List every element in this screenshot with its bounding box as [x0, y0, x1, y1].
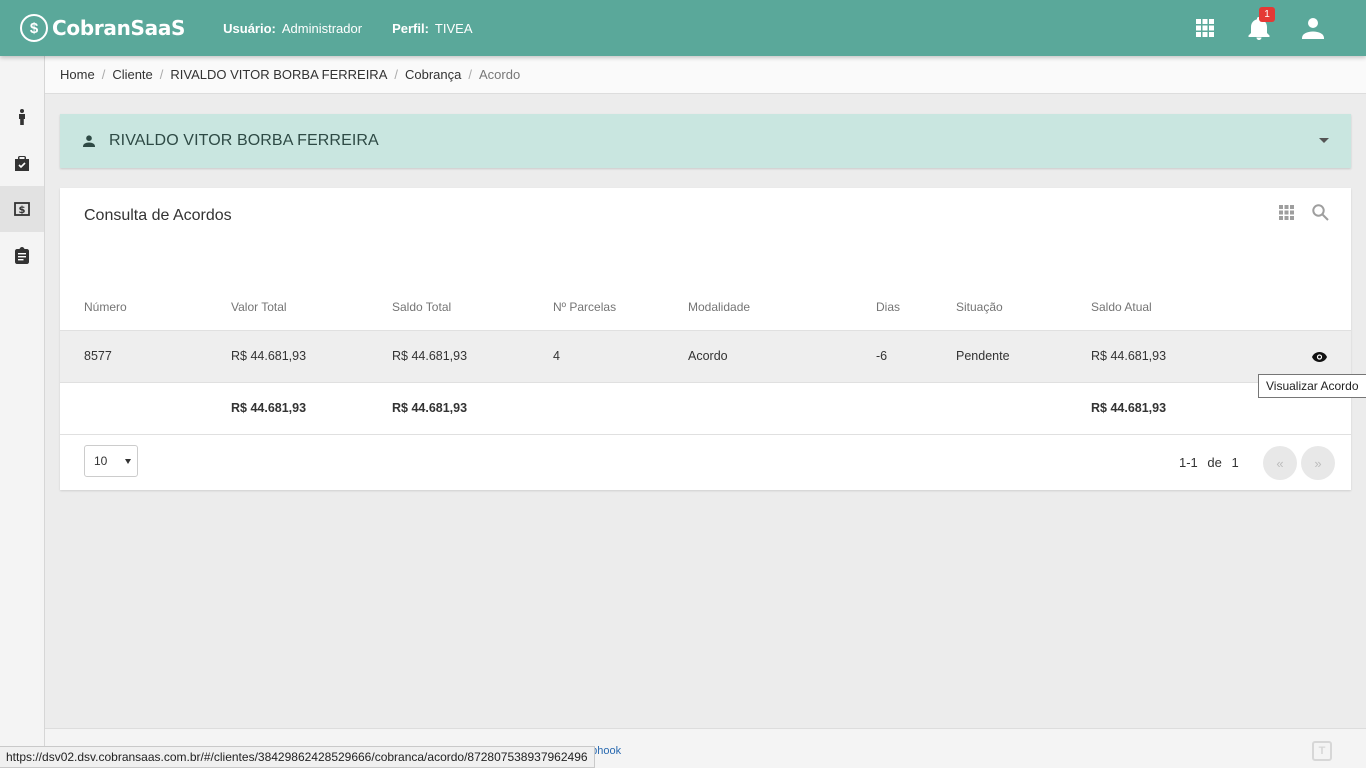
total-valor-total: R$ 44.681,93 — [231, 382, 392, 435]
cell-dias: -6 — [876, 330, 956, 383]
column-header-saldo-total[interactable]: Saldo Total — [392, 284, 553, 331]
previous-page-button[interactable]: « — [1263, 446, 1297, 480]
apps-grid-icon — [1196, 19, 1214, 37]
sidebar-item-collection[interactable]: $ — [0, 186, 44, 232]
breadcrumb-separator: / — [159, 67, 164, 82]
pagination-range-value: 1-1 — [1179, 455, 1198, 470]
client-name: RIVALDO VITOR BORBA FERREIRA — [109, 132, 379, 149]
account-icon — [1302, 18, 1324, 39]
total-saldo-total: R$ 44.681,93 — [392, 382, 553, 435]
agreements-card: Consulta de Acordos Número Valor Total S… — [60, 188, 1351, 490]
sidebar-item-cases[interactable] — [0, 140, 44, 186]
profile-label: Perfil: — [392, 20, 429, 36]
totals-row: R$ 44.681,93 R$ 44.681,93 R$ 44.681,93 — [60, 382, 1351, 435]
total-cell-empty — [553, 382, 688, 435]
clipboard-icon — [15, 246, 29, 264]
page-size-value: 10 — [94, 454, 108, 468]
notifications-button[interactable]: 1 — [1232, 0, 1286, 56]
eye-icon — [1312, 351, 1327, 362]
profile-value: TIVEA — [434, 20, 473, 36]
user-label: Usuário: — [223, 20, 276, 36]
column-header-valor-total[interactable]: Valor Total — [231, 284, 392, 331]
svg-text:$: $ — [19, 205, 26, 216]
breadcrumb-separator: / — [101, 67, 106, 82]
next-page-button[interactable]: » — [1301, 446, 1335, 480]
app-name: CobranSaaS — [52, 16, 186, 40]
breadcrumb-client-name[interactable]: RIVALDO VITOR BORBA FERREIRA — [170, 67, 387, 82]
breadcrumb-current: Acordo — [479, 67, 521, 82]
pagination-total: 1 — [1231, 455, 1239, 470]
page-size-select[interactable]: 10 — [84, 445, 138, 477]
total-cell-empty — [956, 382, 1091, 435]
briefcase-check-icon — [15, 155, 29, 171]
column-header-situacao[interactable]: Situação — [956, 284, 1091, 331]
sidebar: $ — [0, 56, 45, 768]
column-header-dias[interactable]: Dias — [876, 284, 956, 331]
table-row[interactable]: 8577 R$ 44.681,93 R$ 44.681,93 4 Acordo … — [60, 330, 1351, 383]
footer-logo-icon: T — [1312, 741, 1332, 761]
notification-count-badge: 1 — [1259, 7, 1275, 22]
breadcrumb-home[interactable]: Home — [60, 67, 95, 82]
breadcrumb-separator: / — [468, 67, 472, 82]
browser-status-url: https://dsv02.dsv.cobransaas.com.br/#/cl… — [0, 746, 595, 768]
card-title: Consulta de Acordos — [84, 207, 232, 224]
breadcrumb-client[interactable]: Cliente — [112, 67, 152, 82]
sidebar-item-reports[interactable] — [0, 232, 44, 278]
table-header-row: Número Valor Total Saldo Total Nº Parcel… — [60, 284, 1351, 331]
top-app-bar: $ CobranSaaS Usuário: Administrador Perf… — [0, 0, 1366, 56]
sidebar-item-client[interactable] — [0, 94, 44, 140]
column-header-saldo-atual[interactable]: Saldo Atual — [1091, 284, 1261, 331]
user-value: Administrador — [281, 20, 363, 36]
agreements-table: Número Valor Total Saldo Total Nº Parcel… — [60, 284, 1351, 435]
cell-numero: 8577 — [60, 330, 231, 383]
total-cell-empty — [60, 382, 231, 435]
user-info: Usuário: Administrador Perfil: TIVEA — [223, 21, 502, 36]
total-cell-empty — [688, 382, 876, 435]
money-bill-icon: $ — [14, 202, 30, 216]
person-icon — [83, 135, 95, 147]
client-expansion-panel[interactable]: RIVALDO VITOR BORBA FERREIRA — [60, 114, 1351, 168]
cell-modalidade: Acordo — [688, 330, 876, 383]
view-agreement-button[interactable] — [1312, 351, 1327, 362]
total-saldo-atual: R$ 44.681,93 — [1091, 382, 1261, 435]
grid-icon — [1279, 205, 1294, 220]
cell-saldo-atual: R$ 44.681,93 — [1091, 330, 1261, 383]
cell-valor-total: R$ 44.681,93 — [231, 330, 392, 383]
cell-saldo-total: R$ 44.681,93 — [392, 330, 553, 383]
app-logo[interactable]: $ CobranSaaS — [20, 14, 185, 42]
column-header-modalidade[interactable]: Modalidade — [688, 284, 876, 331]
account-button[interactable] — [1286, 0, 1340, 56]
total-cell-empty — [876, 382, 956, 435]
column-header-numero[interactable]: Número — [60, 284, 231, 331]
apps-menu-button[interactable] — [1178, 0, 1232, 56]
view-agreement-tooltip: Visualizar Acordo — [1258, 374, 1366, 398]
breadcrumb: Home / Cliente / RIVALDO VITOR BORBA FER… — [45, 56, 1366, 94]
pagination-of-label: de — [1207, 455, 1222, 470]
cell-situacao: Pendente — [956, 330, 1091, 383]
columns-toggle-button[interactable] — [1279, 205, 1294, 220]
search-icon — [1312, 204, 1329, 221]
dropdown-arrow-icon — [125, 459, 131, 464]
breadcrumb-separator: / — [394, 67, 398, 82]
column-header-actions — [1261, 284, 1351, 331]
cell-parcelas: 4 — [553, 330, 688, 383]
breadcrumb-collection[interactable]: Cobrança — [405, 67, 461, 82]
pagination-range: 1-1 de 1 — [1179, 455, 1245, 470]
expand-caret-icon[interactable] — [1319, 138, 1329, 143]
column-header-parcelas[interactable]: Nº Parcelas — [553, 284, 688, 331]
logo-coin-icon: $ — [20, 14, 48, 42]
person-standing-icon — [19, 109, 25, 125]
search-button[interactable] — [1312, 204, 1329, 221]
